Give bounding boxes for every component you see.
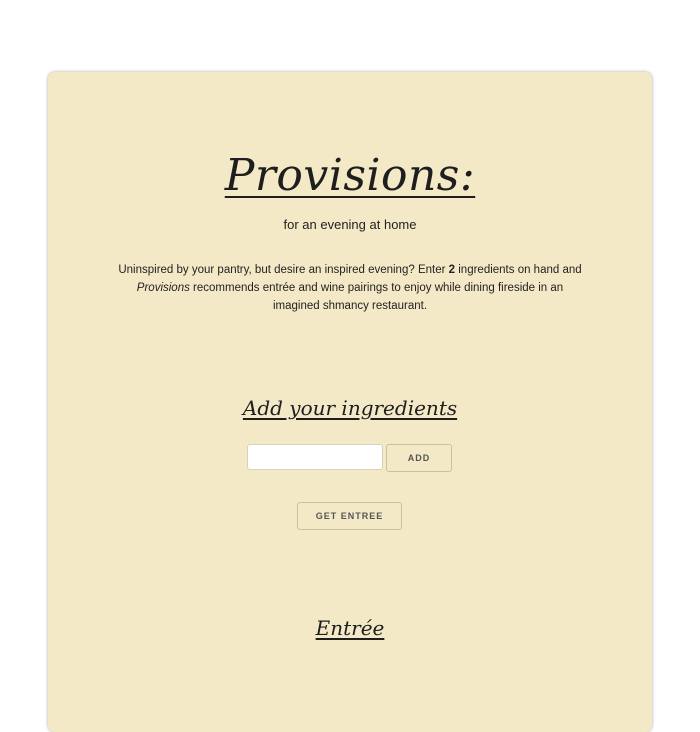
get-entree-button[interactable]: GET ENTREE [297, 502, 402, 530]
tagline: for an evening at home [283, 217, 417, 232]
app-title: Provisions: [224, 150, 476, 201]
intro-text: Uninspired by your pantry, but desire an… [114, 261, 586, 315]
ingredient-input[interactable] [247, 444, 383, 470]
entree-heading: Entrée [315, 616, 385, 640]
add-ingredient-button[interactable]: ADD [386, 444, 452, 472]
brand-name: Provisions [136, 281, 190, 294]
main-card: Provisions: for an evening at home Unins… [48, 72, 652, 732]
intro-part2: ingredients on hand and [455, 263, 582, 276]
intro-part3: recommends entrée and wine pairings to e… [189, 281, 564, 312]
ingredients-heading: Add your ingredients [242, 396, 458, 420]
intro-part1: Uninspired by your pantry, but desire an… [118, 263, 449, 276]
